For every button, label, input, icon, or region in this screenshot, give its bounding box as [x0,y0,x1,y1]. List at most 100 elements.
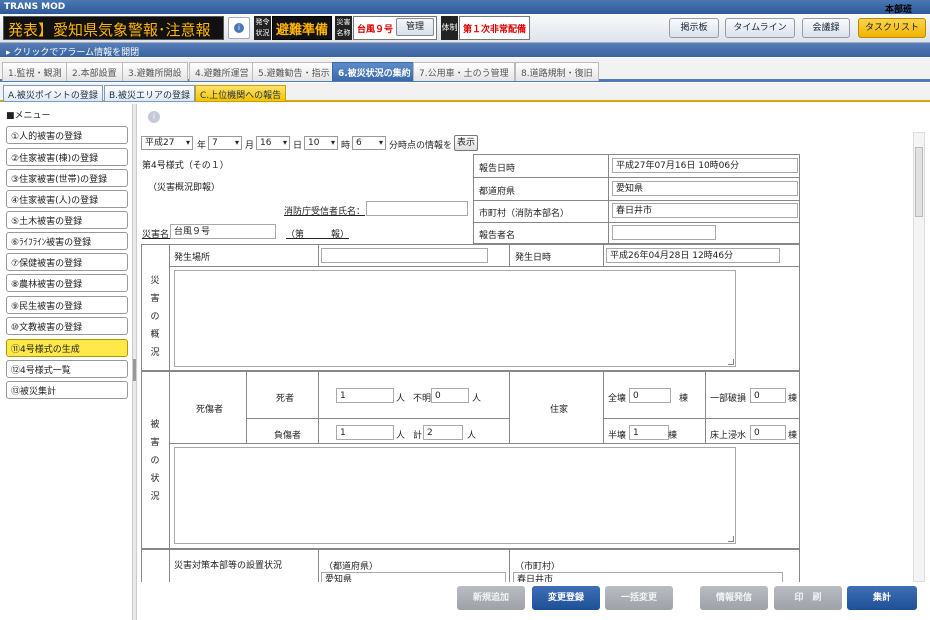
fire-dept-label: 消防庁受信者氏名： [284,207,366,217]
full-destroy-label: 全壊 [608,394,627,404]
injured-input[interactable]: 1 [336,425,394,440]
splitter-handle[interactable] [133,359,136,381]
sidebar-item-welfare[interactable]: ⑨民生被害の登録 [6,296,128,314]
floor-flood-label: 床上浸水 [710,431,747,441]
sub-tab-bar: A.被災ポイントの登録 B.被災エリアの登録 C.上位機関への報告 [0,83,930,102]
occurred-input[interactable]: 平成26年04月28日 12時46分 [606,248,780,263]
section-overview-label: 災害の概況 [148,272,162,362]
form-subtitle: （災害概況即報） [148,183,221,193]
app-titlebar: TRANS MOD 本部班 [0,0,930,15]
aggregate-button[interactable]: 集計 [847,586,917,610]
disaster-name-input[interactable]: 台風９号 [170,224,276,239]
total-unit: 人 [467,431,477,441]
tab-stage-3[interactable]: 3.避難所開設 [122,62,188,81]
send-info-button[interactable]: 情報発信 [700,586,768,610]
disaster-value: 台風９号 [357,25,394,35]
tab-stage-8[interactable]: 8.道路規制・復旧 [515,62,599,81]
year-label: 年 [197,141,207,151]
prefecture-input[interactable]: 愛知県 [612,181,798,196]
sidebar-item-lifeline[interactable]: ⑥ﾗｲﾌﾗｲﾝ被害の登録 [6,232,128,250]
sidebar-item-education[interactable]: ⑩文教被害の登録 [6,317,128,335]
sidebar-item-form4-generate[interactable]: ⑪4号様式の生成 [6,339,128,357]
sidebar-item-house-people[interactable]: ④住家被害(人)の登録 [6,190,128,208]
alert-title-ticker[interactable]: 発表】愛知県気象警報･注意報 [3,16,224,40]
half-destroy-unit: 棟 [668,431,678,441]
tab-register-areas[interactable]: B.被災エリアの登録 [104,85,196,102]
system-label: 体制 [441,16,458,40]
injured-unit: 人 [396,431,406,441]
print-button[interactable]: 印 刷 [774,586,842,610]
city-input[interactable]: 春日井市 [612,203,798,218]
tab-stage-2[interactable]: 2.本部設置 [66,62,123,81]
partial-damage-unit: 棟 [788,394,798,404]
form-content: i 平成27 年 7 月 16 日 10 時 6 分時点の情報を 表示 第4号様… [138,104,911,584]
bulletin-board-button[interactable]: 掲示板 [669,18,719,38]
sidebar-item-agri[interactable]: ⑧農林被害の登録 [6,274,128,292]
injured-label: 負傷者 [274,431,302,441]
timeline-button[interactable]: タイムライン [725,18,795,38]
sidebar-item-health[interactable]: ⑦保健被害の登録 [6,253,128,271]
tab-stage-5[interactable]: 5.避難勧告・指示 [252,62,336,81]
expand-arrow-icon: ▸ [6,48,11,58]
missing-input[interactable]: 0 [431,388,469,403]
partial-damage-input[interactable]: 0 [750,388,786,403]
bulk-change-button[interactable]: 一括変更 [605,586,673,610]
tab-stage-6[interactable]: 6.被災状況の集約 [332,62,417,81]
vertical-scrollbar[interactable] [913,132,925,582]
tab-stage-1[interactable]: 1.監視・観測 [2,62,68,81]
system-value: 第１次非常配備 [459,16,530,40]
task-list-button[interactable]: タスクリスト [858,18,926,38]
hour-select[interactable]: 10 [304,136,338,150]
overview-textarea[interactable] [174,270,736,367]
show-button[interactable]: 表示 [454,135,478,151]
sidebar-item-civil[interactable]: ⑤土木被害の登録 [6,211,128,229]
minute-select[interactable]: 6 [352,136,386,150]
tab-stage-4[interactable]: 4.避難所運営 [189,62,255,81]
full-destroy-input[interactable]: 0 [629,388,671,403]
add-new-button[interactable]: 新規追加 [457,586,525,610]
sidebar-item-human-damage[interactable]: ①人的被害の登録 [6,126,128,144]
tab-stage-7[interactable]: 7.公用車・土のう管理 [413,62,515,81]
section-overview-text: 災害の概況 [150,276,160,358]
sidebar-item-summary[interactable]: ⑬被災集計 [6,381,128,399]
report-datetime-input[interactable]: 平成27年07月16日 10時06分 [612,158,798,173]
update-button[interactable]: 変更登録 [532,586,600,610]
total-input[interactable]: 2 [423,425,463,440]
alarm-toggle-bar[interactable]: ▸ クリックでアラーム情報を開閉 [0,43,930,58]
panel-splitter[interactable] [132,104,137,620]
fire-dept-input[interactable] [366,201,468,216]
tab-register-points[interactable]: A.被災ポイントの登録 [3,85,103,102]
report-number: （第 報） [286,230,350,240]
minutes-button[interactable]: 会議録 [802,18,850,38]
half-destroy-label: 半壊 [608,431,627,441]
missing-unit: 人 [472,394,482,404]
alarm-toggle-label: クリックでアラーム情報を開閉 [13,48,140,58]
disaster-label: 災害名称 [335,16,352,40]
city-label: 市町村（消防本部名） [479,209,570,219]
location-input[interactable] [321,248,488,263]
sidebar-item-house-household[interactable]: ③住家被害(世帯)の登録 [6,169,128,187]
info-icon[interactable]: i [148,111,160,123]
report-datetime-label: 報告日時 [479,164,516,174]
section-damage-text: 被害の状況 [150,420,160,502]
housing-label: 住家 [550,405,569,415]
sidebar-item-form4-list[interactable]: ⑫4号様式一覧 [6,360,128,378]
tab-report-upper[interactable]: C.上位機関への報告 [195,85,287,102]
sidebar-item-house-building[interactable]: ②住家被害(棟)の登録 [6,148,128,166]
reporter-input[interactable] [612,225,716,240]
damage-textarea[interactable] [174,447,736,544]
month-select[interactable]: 7 [208,136,242,150]
location-label: 発生場所 [174,253,211,263]
manage-button[interactable]: 管理 [396,18,434,36]
minute-label: 分時点の情報を [389,141,453,151]
info-button[interactable]: i [228,17,250,39]
scrollbar-thumb[interactable] [915,147,923,217]
half-destroy-input[interactable]: 1 [629,425,669,440]
dead-input[interactable]: 1 [336,388,394,403]
era-select[interactable]: 平成27 [141,136,193,150]
floor-flood-input[interactable]: 0 [750,425,786,440]
info-icon: i [234,23,244,33]
hour-label: 時 [341,141,351,151]
casualty-label: 死傷者 [196,405,224,415]
day-select[interactable]: 16 [256,136,290,150]
